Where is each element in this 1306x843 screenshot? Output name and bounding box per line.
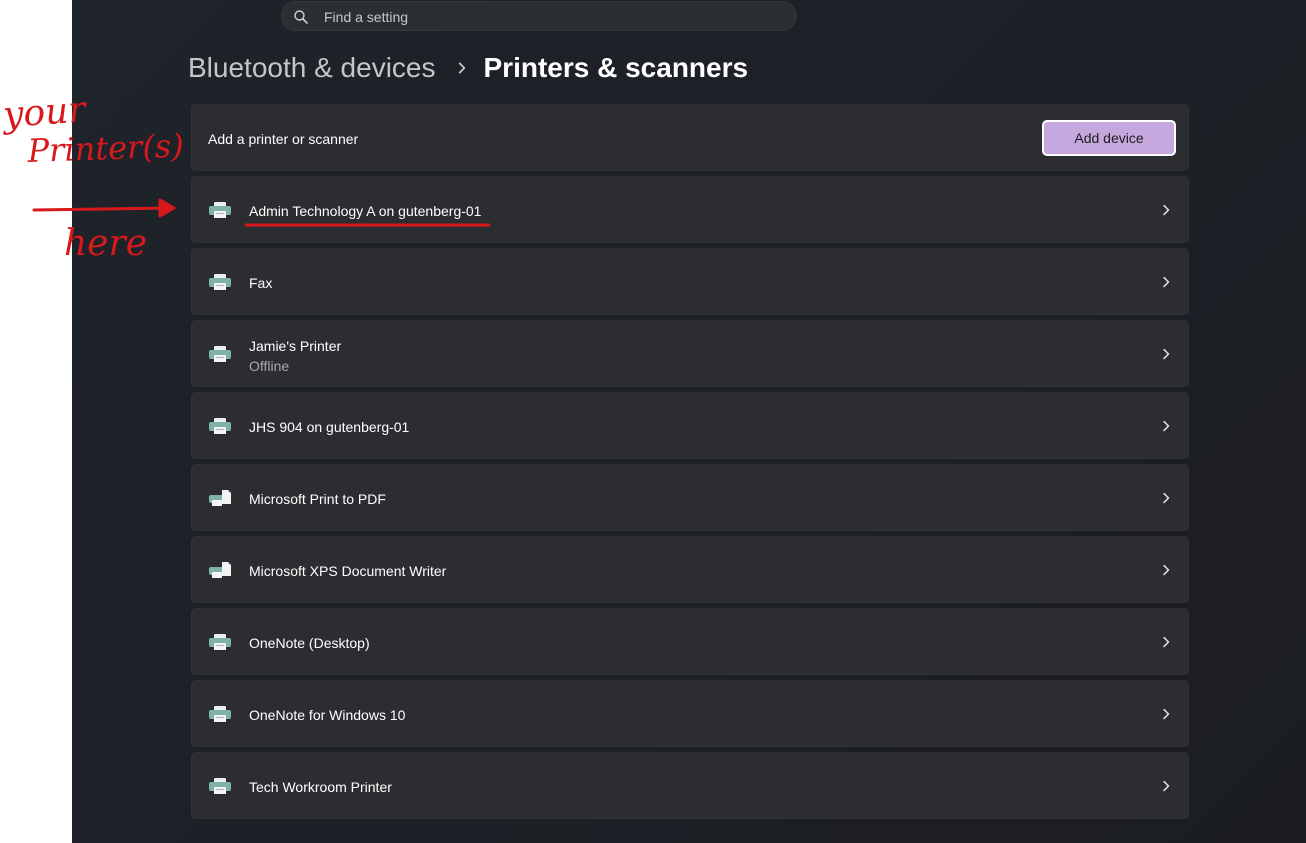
printer-name: Admin Technology A on gutenberg-01 (249, 203, 482, 219)
add-printer-card: Add a printer or scanner Add device (191, 104, 1189, 171)
printer-icon (209, 274, 231, 290)
chevron-right-icon (1163, 420, 1170, 432)
printer-name: OneNote (Desktop) (249, 635, 370, 651)
printer-item[interactable]: Admin Technology A on gutenberg-01 (191, 176, 1189, 243)
printer-item[interactable]: Jamie's Printer Offline (191, 320, 1189, 387)
chevron-right-icon (1163, 276, 1170, 288)
printer-icon (209, 202, 231, 218)
left-margin (0, 0, 72, 843)
virtual-printer-icon (209, 562, 231, 578)
printer-name: Microsoft Print to PDF (249, 491, 386, 507)
page-title: Printers & scanners (483, 52, 749, 83)
printer-icon (209, 706, 231, 722)
printer-item[interactable]: OneNote (Desktop) (191, 608, 1189, 675)
printer-name: Jamie's Printer (249, 338, 342, 354)
chevron-right-icon (1163, 636, 1170, 648)
printer-icon (209, 418, 231, 434)
chevron-right-icon (1163, 204, 1170, 216)
chevron-right-icon (1163, 564, 1170, 576)
printer-item[interactable]: Microsoft XPS Document Writer (191, 536, 1189, 603)
printer-item[interactable]: Microsoft Print to PDF (191, 464, 1189, 531)
printer-name: JHS 904 on gutenberg-01 (249, 419, 410, 435)
printer-name: Tech Workroom Printer (249, 779, 392, 795)
printer-item[interactable]: JHS 904 on gutenberg-01 (191, 392, 1189, 459)
settings-window: Bluetooth & devices Printers & scanners … (72, 0, 1306, 843)
printer-icon (209, 778, 231, 794)
printer-item[interactable]: OneNote for Windows 10 (191, 680, 1189, 747)
virtual-printer-icon (209, 490, 231, 506)
printer-name: Microsoft XPS Document Writer (249, 563, 447, 579)
breadcrumb-parent[interactable]: Bluetooth & devices (188, 52, 436, 84)
add-device-button[interactable]: Add device (1042, 120, 1176, 156)
printer-name: Fax (249, 275, 273, 291)
chevron-right-icon (1163, 492, 1170, 504)
chevron-right-icon (1163, 348, 1170, 360)
breadcrumb: Bluetooth & devices Printers & scanners (188, 48, 748, 88)
chevron-right-icon (1163, 780, 1170, 792)
printer-icon (209, 634, 231, 650)
chevron-right-icon (1163, 708, 1170, 720)
printer-item[interactable]: Tech Workroom Printer (191, 752, 1189, 819)
printer-icon (209, 346, 231, 362)
printer-item[interactable]: Fax (191, 248, 1189, 315)
search-icon (294, 10, 308, 24)
chevron-right-icon (458, 62, 465, 74)
add-printer-label: Add a printer or scanner (208, 131, 359, 147)
search-box[interactable] (281, 1, 797, 32)
search-input[interactable] (322, 2, 786, 32)
printer-status: Offline (249, 358, 290, 374)
printer-name: OneNote for Windows 10 (249, 707, 406, 723)
